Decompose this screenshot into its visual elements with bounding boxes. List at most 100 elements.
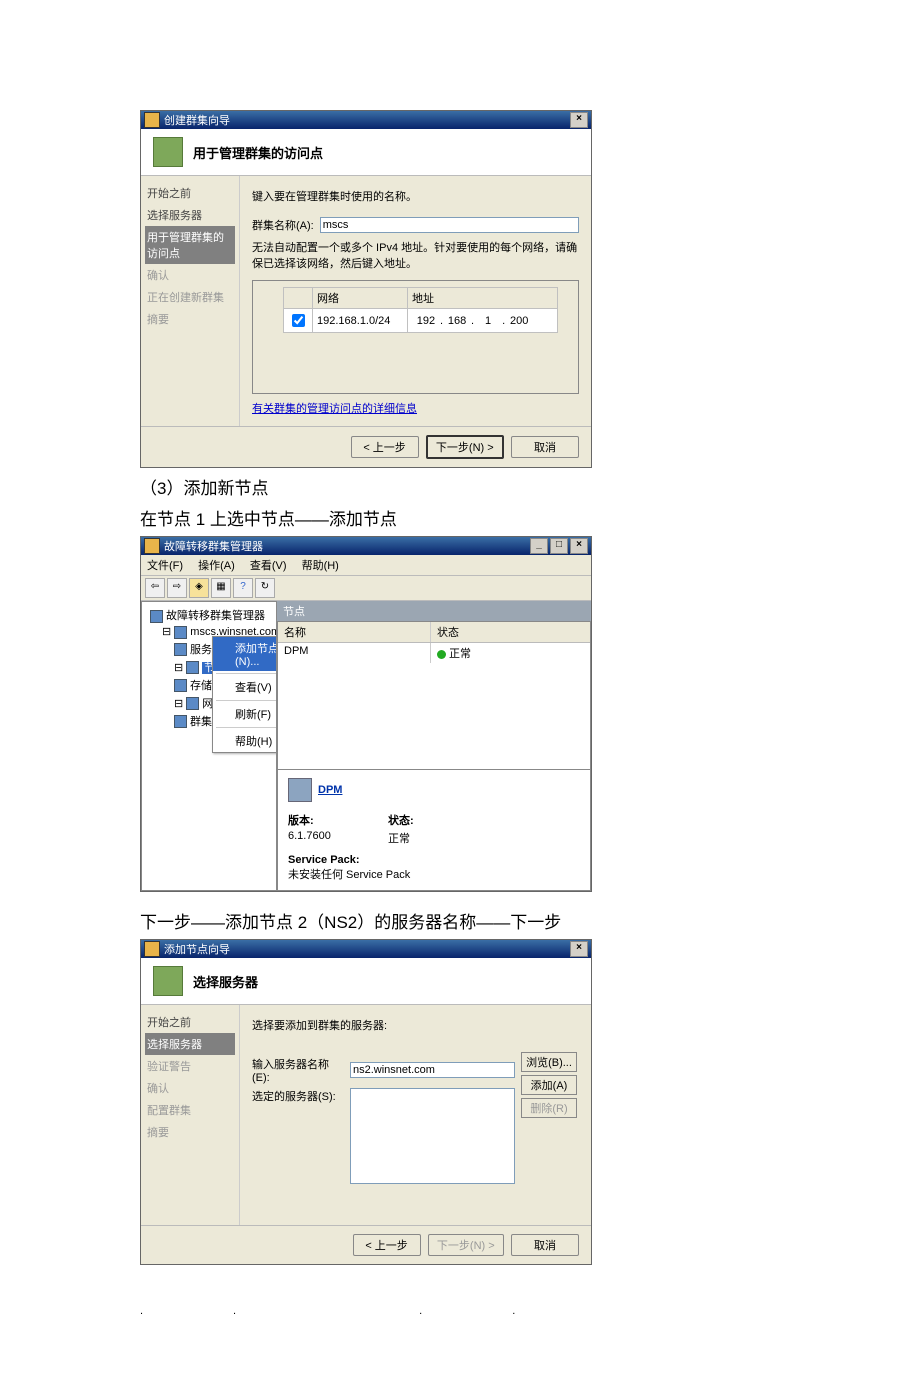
page-footer-dots: .. ..	[140, 1305, 920, 1317]
ip-oct4[interactable]	[505, 314, 533, 328]
forward-icon[interactable]: ⇨	[167, 578, 187, 598]
step-summary: 摘要	[145, 308, 235, 330]
instruction-text: 键入要在管理群集时使用的名称。	[252, 190, 579, 205]
ctx-add-node[interactable]: 添加节点(N)...	[213, 637, 277, 671]
col-network: 网络	[313, 288, 408, 309]
step-confirm: 确认	[145, 1077, 235, 1099]
help-icon[interactable]: ?	[233, 578, 253, 598]
wizard-header-title: 选择服务器	[193, 972, 258, 991]
step-creating: 正在创建新群集	[145, 286, 235, 308]
col-status[interactable]: 状态	[431, 622, 583, 642]
node-status: 正常	[449, 648, 471, 660]
previous-button[interactable]: < 上一步	[351, 436, 419, 458]
titlebar: 创建群集向导 ×	[141, 111, 591, 129]
server-name-input[interactable]	[350, 1062, 515, 1078]
mgr-icon	[144, 538, 160, 554]
wizard-icon	[144, 941, 160, 957]
next-button[interactable]: 下一步(N) >	[426, 435, 504, 459]
ctx-view[interactable]: 查看(V)	[213, 676, 277, 698]
mgr-title: 故障转移群集管理器	[164, 538, 263, 554]
ip-oct2[interactable]	[443, 314, 471, 328]
wizard-steps: 开始之前 选择服务器 用于管理群集的访问点 确认 正在创建新群集 摘要	[141, 176, 240, 426]
doc-line-1: （3）添加新节点	[140, 474, 920, 499]
up-icon[interactable]: ◈	[189, 578, 209, 598]
browse-button[interactable]: 浏览(B)...	[521, 1052, 577, 1072]
col-name[interactable]: 名称	[278, 622, 431, 642]
cluster-name-label: 群集名称(A):	[252, 217, 314, 233]
ctx-refresh[interactable]: 刷新(F)	[213, 703, 277, 725]
sp-label: Service Pack:	[288, 854, 360, 866]
step-summary: 摘要	[145, 1121, 235, 1143]
menu-help[interactable]: 帮助(H)	[302, 560, 339, 572]
step-select-server: 选择服务器	[145, 204, 235, 226]
remove-button[interactable]: 删除(R)	[521, 1098, 577, 1118]
status-value: 正常	[388, 830, 410, 846]
col-address: 地址	[407, 288, 557, 309]
col-check	[284, 288, 313, 309]
minimize-icon[interactable]: _	[530, 538, 548, 554]
properties-icon[interactable]: ▦	[211, 578, 231, 598]
toolbar: ⇦ ⇨ ◈ ▦ ? ↻	[141, 576, 591, 601]
mgr-titlebar: 故障转移群集管理器 _ □ ×	[141, 537, 591, 555]
menu-view[interactable]: 查看(V)	[250, 560, 287, 572]
step-validate: 验证警告	[145, 1055, 235, 1077]
doc-line-3: 下一步——添加节点 2（NS2）的服务器名称——下一步	[140, 908, 920, 933]
refresh-icon[interactable]: ↻	[255, 578, 275, 598]
add-node-wizard-window: 添加节点向导 × 选择服务器 开始之前 选择服务器 验证警告 确认 配置群集 摘…	[140, 939, 592, 1265]
cluster-name-input[interactable]	[320, 217, 579, 233]
wizard-header: 用于管理群集的访问点	[141, 129, 591, 176]
section-header: 节点	[277, 601, 591, 621]
cluster-icon	[153, 966, 183, 996]
previous-button[interactable]: < 上一步	[353, 1234, 421, 1256]
list-item[interactable]: DPM 正常	[278, 643, 590, 663]
ip-oct3[interactable]	[474, 314, 502, 328]
version-label: 版本:	[288, 812, 388, 828]
details-link[interactable]: 有关群集的管理访问点的详细信息	[252, 400, 579, 416]
close-icon[interactable]: ×	[570, 112, 588, 128]
tree-root[interactable]: 故障转移群集管理器	[144, 606, 274, 624]
step-configure: 配置群集	[145, 1099, 235, 1121]
back-icon[interactable]: ⇦	[145, 578, 165, 598]
detail-name[interactable]: DPM	[318, 784, 342, 796]
network-checkbox[interactable]	[292, 314, 305, 327]
selected-servers-label: 选定的服务器(S):	[252, 1088, 344, 1104]
context-menu: 添加节点(N)... 查看(V) 刷新(F) 帮助(H)	[212, 636, 277, 753]
ip-address-field[interactable]: . . .	[412, 314, 533, 328]
ip-oct1[interactable]	[412, 314, 440, 328]
maximize-icon[interactable]: □	[550, 538, 568, 554]
menu-action[interactable]: 操作(A)	[198, 560, 235, 572]
version-value: 6.1.7600	[288, 830, 388, 846]
cancel-button[interactable]: 取消	[511, 1234, 579, 1256]
create-cluster-wizard-window: 创建群集向导 × 用于管理群集的访问点 开始之前 选择服务器 用于管理群集的访问…	[140, 110, 592, 468]
selected-servers-list[interactable]	[350, 1088, 515, 1184]
menu-file[interactable]: 文件(F)	[147, 560, 183, 572]
wizard-icon	[144, 112, 160, 128]
sp-value: 未安装任何 Service Pack	[288, 866, 580, 882]
status-label: 状态:	[388, 812, 488, 828]
server-name-label: 输入服务器名称(E):	[252, 1056, 344, 1084]
add-button[interactable]: 添加(A)	[521, 1075, 577, 1095]
doc-line-2: 在节点 1 上选中节点——添加节点	[140, 505, 920, 530]
wizard-header: 选择服务器	[141, 958, 591, 1005]
cancel-button[interactable]: 取消	[511, 436, 579, 458]
network-row: 192.168.1.0/24 . . .	[284, 309, 558, 333]
step-select-server: 选择服务器	[145, 1033, 235, 1055]
network-cidr: 192.168.1.0/24	[313, 309, 408, 333]
nodes-list: 名称 状态 DPM 正常	[277, 621, 591, 770]
close-icon[interactable]: ×	[570, 538, 588, 554]
detail-pane: DPM 版本: 状态: 6.1.7600 正常 Service Pack: 未安…	[277, 770, 591, 891]
network-grid-area: 网络 地址 192.168.1.0/24 . . .	[252, 280, 579, 394]
menubar: 文件(F) 操作(A) 查看(V) 帮助(H)	[141, 555, 591, 576]
titlebar: 添加节点向导 ×	[141, 940, 591, 958]
next-button[interactable]: 下一步(N) >	[428, 1234, 504, 1256]
instruction-text: 选择要添加到群集的服务器:	[252, 1019, 579, 1034]
step-confirm: 确认	[145, 264, 235, 286]
window-title: 创建群集向导	[164, 112, 230, 128]
failover-cluster-manager-window: 故障转移群集管理器 _ □ × 文件(F) 操作(A) 查看(V) 帮助(H) …	[140, 536, 592, 892]
ctx-help[interactable]: 帮助(H)	[213, 730, 277, 752]
step-before: 开始之前	[145, 182, 235, 204]
tree-view[interactable]: 故障转移群集管理器 ⊟ mscs.winsnet.com 服务和应用程序 ⊟ 节…	[141, 601, 277, 891]
close-icon[interactable]: ×	[570, 941, 588, 957]
server-icon	[288, 778, 312, 802]
auto-config-info: 无法自动配置一个或多个 IPv4 地址。针对要使用的每个网络，请确保已选择该网络…	[252, 241, 579, 272]
